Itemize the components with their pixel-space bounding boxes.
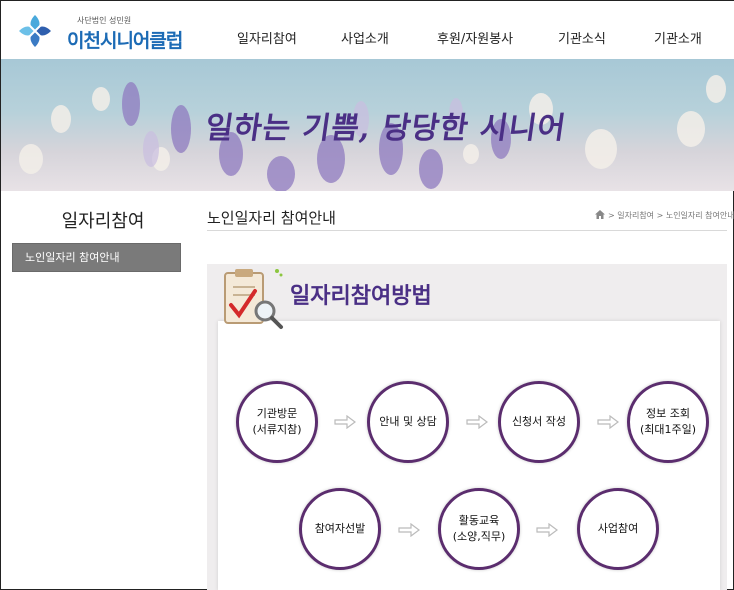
logo-subtitle: 사단법인 성민원 [77,16,132,25]
nav-item-job[interactable]: 일자리참여 [237,28,297,47]
section-title: 일자리참여방법 [290,284,432,309]
breadcrumb: > 일자리참여 > 노인일자리 참여안내 [595,210,734,221]
arrow-right-icon [398,523,420,537]
home-icon[interactable] [595,210,605,219]
title-divider [207,230,727,231]
step-participation: 사업참여 [577,488,659,570]
main-nav: 일자리참여 사업소개 후원/자원봉사 기관소식 기관소개 [1,28,734,48]
breadcrumb-text: > 일자리참여 > 노인일자리 참여안내 [608,211,734,220]
step-visit: 기관방문 (서류지참) [236,381,318,463]
page-title: 노인일자리 참여안내 [207,209,336,227]
step-application: 신청서 작성 [498,381,580,463]
step-info-check: 정보 조회 (최대1주일) [627,381,709,463]
sidebar-item-job-guide[interactable]: 노인일자리 참여안내 [12,243,181,272]
nav-item-support[interactable]: 후원/자원봉사 [437,28,513,47]
arrow-right-icon [536,523,558,537]
hero-banner: 일하는 기쁨, 당당한 시니어 [1,59,734,191]
nav-item-business[interactable]: 사업소개 [341,28,389,47]
header: 사단법인 성민원 이천시니어클럽 일자리참여 사업소개 후원/자원봉사 기관소식… [1,1,734,59]
nav-item-about[interactable]: 기관소개 [654,28,702,47]
arrow-right-icon [334,415,356,429]
nav-item-news[interactable]: 기관소식 [558,28,606,47]
arrow-right-icon [597,415,619,429]
sidebar-title: 일자리참여 [61,211,145,232]
checklist-icon [224,269,283,329]
arrow-right-icon [466,415,488,429]
step-consult: 안내 및 상담 [367,381,449,463]
step-selection: 참여자선발 [299,488,381,570]
banner-slogan: 일하는 기쁨, 당당한 시니어 [203,111,569,146]
step-training: 활동교육 (소양,직무) [438,488,520,570]
